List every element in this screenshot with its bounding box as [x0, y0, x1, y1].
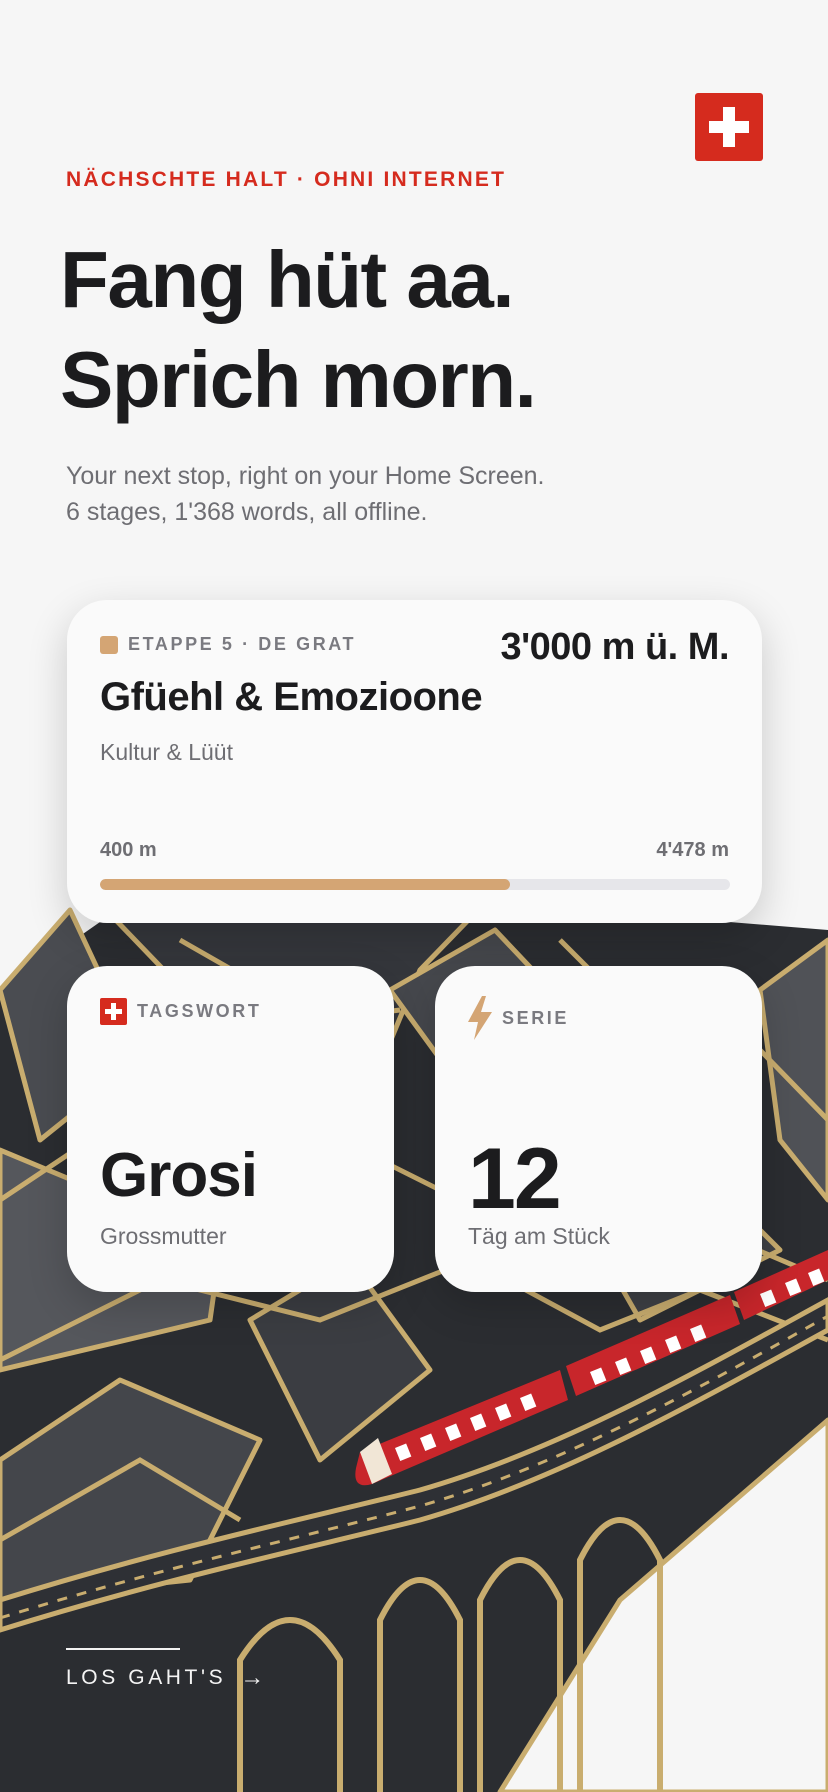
stage-label: ETAPPE 5 · DE GRAT	[128, 634, 357, 654]
range-max: 4'478 m	[656, 839, 729, 861]
word-of-day: Grosi	[100, 1141, 258, 1210]
streak-label-row: SERIE	[468, 996, 569, 1040]
eyebrow-label: NÄCHSCHTE HALT · OHNI INTERNET	[66, 168, 507, 191]
streak-card-label: SERIE	[502, 1007, 570, 1028]
start-button-label: LOS GAHT'S	[66, 1666, 227, 1689]
stage-color-swatch	[100, 635, 118, 654]
headline-line-2: Sprich morn.	[60, 335, 537, 424]
word-meaning: Grossmutter	[100, 1223, 227, 1249]
range-min: 400 m	[100, 839, 157, 861]
stage-label-row: ETAPPE 5 · DE GRAT	[100, 634, 356, 655]
swiss-flag-icon	[100, 998, 127, 1025]
subtitle-line-1: Your next stop, right on your Home Scree…	[66, 462, 545, 490]
headline: Fang hüt aa. Sprich morn.	[60, 230, 537, 430]
streak-card[interactable]: SERIE 12 Täg am Stück	[435, 966, 762, 1292]
stage-title: Gfüehl & Emozioone	[100, 675, 483, 719]
subtitle: Your next stop, right on your Home Scree…	[66, 458, 545, 530]
lightning-bolt-icon	[468, 996, 492, 1040]
word-card-label: TAGSWORT	[137, 1001, 262, 1021]
word-of-day-card[interactable]: TAGSWORT Grosi Grossmutter	[67, 966, 394, 1292]
streak-count: 12	[468, 1131, 562, 1227]
start-button[interactable]: LOS GAHT'S →	[66, 1664, 264, 1692]
subtitle-line-2: 6 stages, 1'368 words, all offline.	[66, 498, 428, 526]
word-label-row: TAGSWORT	[100, 998, 261, 1025]
altitude-progress-fill	[100, 879, 510, 890]
swiss-flag-icon	[695, 93, 763, 161]
stage-card[interactable]: ETAPPE 5 · DE GRAT 3'000 m ü. M. Gfüehl …	[67, 600, 762, 923]
streak-caption: Täg am Stück	[468, 1223, 610, 1249]
stage-altitude: 3'000 m ü. M.	[500, 626, 729, 668]
stage-subtitle: Kultur & Lüüt	[100, 739, 233, 765]
arrow-right-icon: →	[240, 1664, 265, 1691]
headline-line-1: Fang hüt aa.	[60, 235, 515, 324]
altitude-progress-bar	[100, 879, 730, 890]
cta-divider	[66, 1648, 180, 1650]
